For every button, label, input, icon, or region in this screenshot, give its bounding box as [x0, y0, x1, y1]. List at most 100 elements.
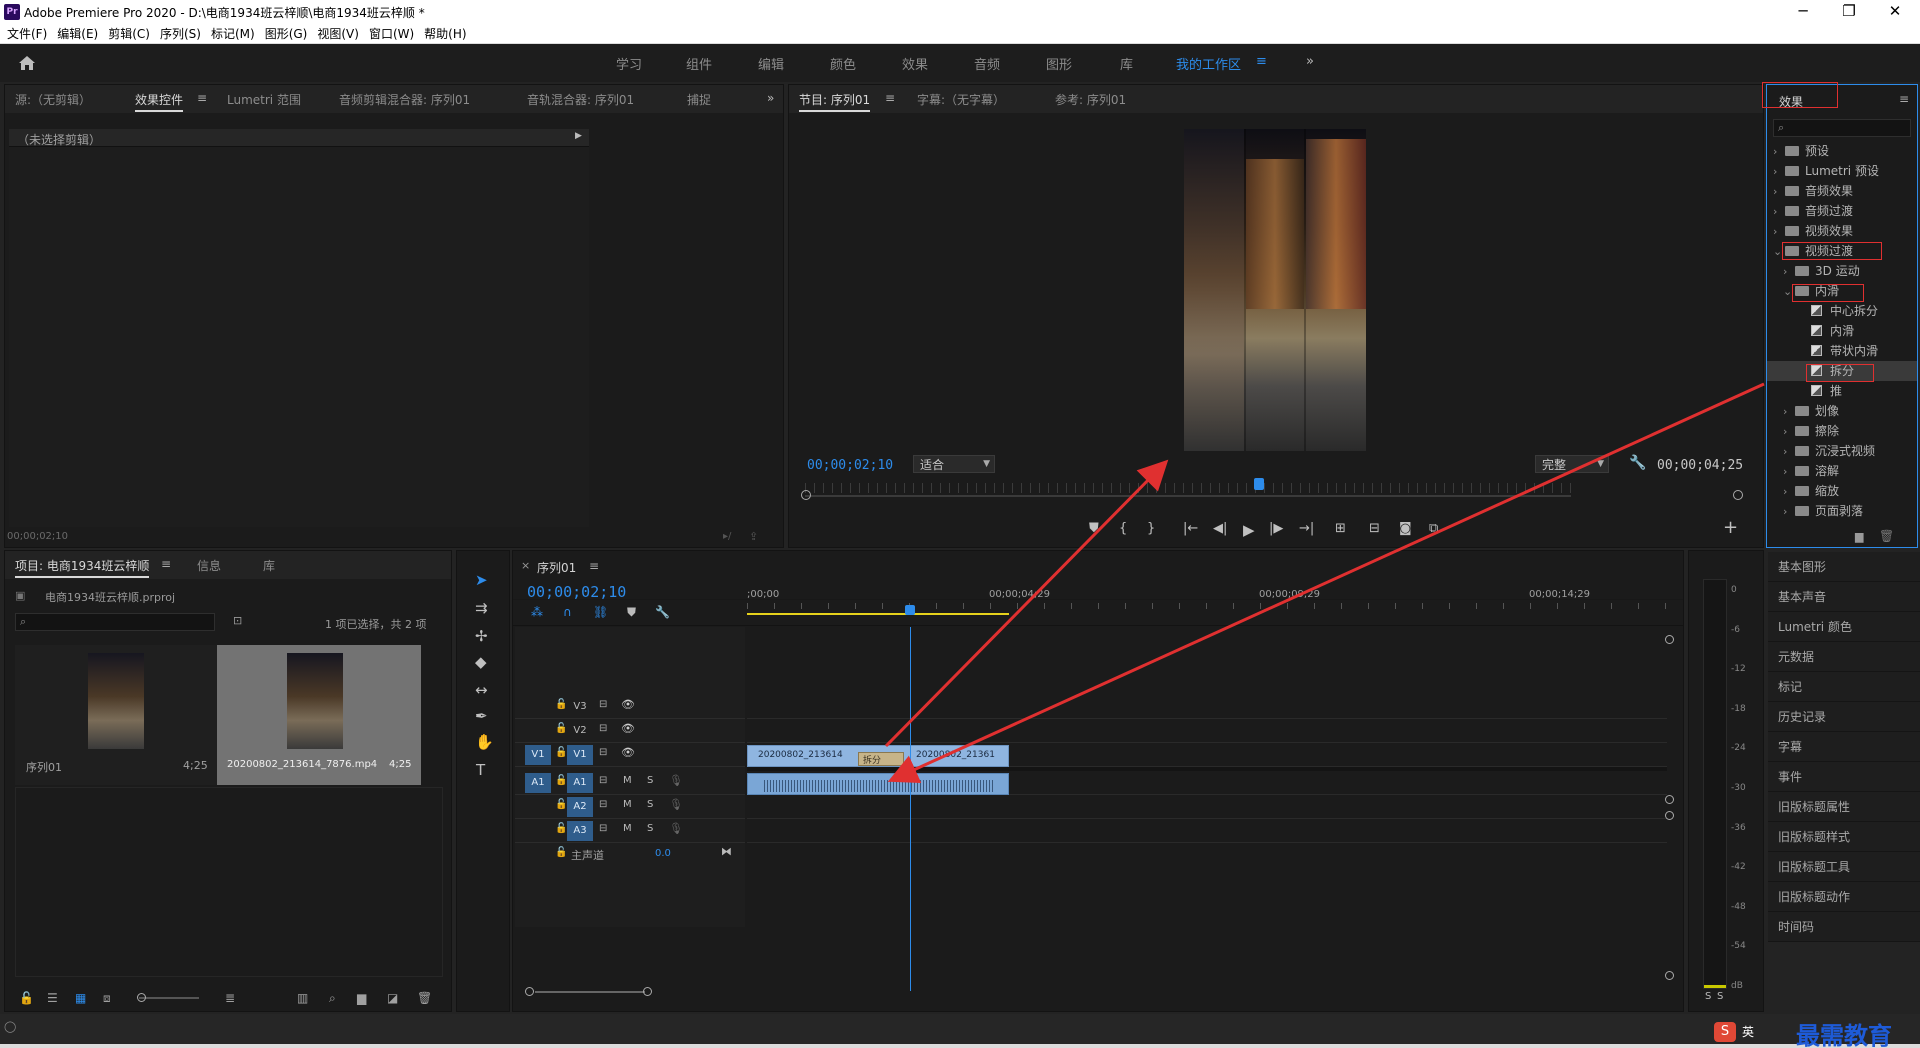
menu-clip[interactable]: 剪辑(C)	[108, 24, 150, 44]
mute-button[interactable]: M	[623, 775, 632, 786]
add-marker-icon[interactable]: ⛊	[1089, 521, 1099, 536]
home-icon[interactable]	[18, 55, 36, 71]
step-back-icon[interactable]: ◀|	[1213, 521, 1227, 536]
audio-clip[interactable]	[747, 773, 1009, 795]
comparison-view-icon[interactable]: ⧉	[1429, 521, 1438, 536]
menu-window[interactable]: 窗口(W)	[369, 24, 414, 44]
side-panel-item[interactable]: 历史记录	[1768, 702, 1920, 732]
timeline-playhead-line[interactable]	[910, 627, 911, 991]
effect-controls-menu-icon[interactable]: ≡	[197, 91, 207, 105]
tab-libraries[interactable]: 库	[263, 557, 275, 574]
menu-sequence[interactable]: 序列(S)	[160, 24, 201, 44]
tab-audio-clip-mixer[interactable]: 音频剪辑混合器: 序列01	[339, 91, 470, 108]
chevron-right-icon[interactable]: ›	[1773, 182, 1785, 202]
effect-tree-item[interactable]: › 音频过渡	[1767, 201, 1917, 221]
go-to-in-icon[interactable]: |←	[1183, 521, 1198, 536]
export-frame-icon[interactable]: ◙	[1399, 521, 1412, 536]
video-preview[interactable]	[1184, 129, 1366, 451]
side-panel-item[interactable]: 旧版标题样式	[1768, 822, 1920, 852]
lift-icon[interactable]: ⊞	[1335, 521, 1346, 536]
effect-tree-item[interactable]: › 溶解	[1767, 461, 1917, 481]
side-panel-item[interactable]: 基本图形	[1768, 552, 1920, 582]
effect-tree-item[interactable]: › 预设	[1767, 141, 1917, 161]
project-menu-icon[interactable]: ≡	[161, 557, 171, 571]
chevron-right-icon[interactable]: ›	[1773, 222, 1785, 242]
delete-icon[interactable]: 🗑	[417, 991, 432, 1005]
timeline-menu-icon[interactable]: ≡	[589, 559, 599, 573]
project-item-sequence[interactable]: 序列01 4;25	[15, 645, 217, 785]
track-label-v1[interactable]: V1	[567, 745, 593, 765]
sync-lock-icon[interactable]: ⊟	[599, 699, 607, 710]
effect-tree-item[interactable]: 带状内滑	[1767, 341, 1917, 361]
nest-sequence-icon[interactable]: ⁂	[531, 605, 543, 619]
thumbnail-size-slider[interactable]	[139, 997, 199, 999]
side-panel-item[interactable]: 旧版标题工具	[1768, 852, 1920, 882]
tab-audio-track-mixer[interactable]: 音轨混合器: 序列01	[527, 91, 634, 108]
workspace-tab-effects[interactable]: 效果	[902, 54, 928, 73]
hand-tool-icon[interactable]: ✋	[475, 733, 494, 751]
side-panel-item[interactable]: 时间码	[1768, 912, 1920, 942]
button-editor-add[interactable]: +	[1723, 517, 1738, 538]
workspace-tab-graphics[interactable]: 图形	[1046, 54, 1072, 73]
lock-icon[interactable]: 🔓	[555, 747, 567, 758]
list-view-icon[interactable]: ☰	[47, 991, 58, 1005]
workspace-tab-my-workspace[interactable]: 我的工作区	[1176, 54, 1241, 73]
meter-solo-right[interactable]: S	[1717, 991, 1723, 1002]
slip-tool-icon[interactable]: ↔	[475, 681, 488, 699]
sort-icon[interactable]: ≣	[225, 991, 235, 1005]
chevron-right-icon[interactable]: ›	[1783, 462, 1795, 482]
new-bin-icon[interactable]: ▆	[1855, 530, 1863, 543]
program-ruler[interactable]	[805, 483, 1571, 493]
solo-button[interactable]: S	[647, 799, 653, 810]
track-label-a3[interactable]: A3	[567, 821, 593, 841]
go-to-out-icon[interactable]: →|	[1299, 521, 1314, 536]
automate-to-sequence-icon[interactable]: ▥	[297, 991, 308, 1005]
workspace-tab-learn[interactable]: 学习	[616, 54, 642, 73]
chevron-right-icon[interactable]: ›	[1783, 502, 1795, 522]
eye-icon[interactable]: 👁	[621, 722, 635, 735]
workspace-tab-color[interactable]: 颜色	[830, 54, 856, 73]
sync-lock-icon[interactable]: ⊟	[599, 747, 607, 758]
sync-lock-icon[interactable]: ⊟	[599, 723, 607, 734]
lock-icon[interactable]: 🔓	[555, 775, 567, 786]
master-volume-value[interactable]: 0.0	[655, 848, 671, 859]
thumbnail-size-handle[interactable]	[137, 993, 146, 1002]
side-panel-item[interactable]: 事件	[1768, 762, 1920, 792]
chevron-right-icon[interactable]: ›	[1783, 422, 1795, 442]
side-panel-item[interactable]: 基本声音	[1768, 582, 1920, 612]
solo-button[interactable]: S	[647, 823, 653, 834]
lock-icon[interactable]: 🔓	[555, 799, 567, 810]
workspace-tab-audio[interactable]: 音频	[974, 54, 1000, 73]
tab-program[interactable]: 节目: 序列01	[799, 91, 871, 112]
new-bin-icon[interactable]: ▆	[357, 991, 366, 1005]
zoom-fit-dropdown[interactable]: 适合 ▼	[913, 455, 995, 473]
mark-out-icon[interactable]: }	[1147, 521, 1155, 536]
microphone-icon[interactable]: 🎙	[669, 798, 683, 811]
selection-tool-icon[interactable]: ➤	[475, 571, 488, 589]
side-panel-item[interactable]: 旧版标题属性	[1768, 792, 1920, 822]
workspace-menu-icon[interactable]: ≡	[1256, 54, 1267, 69]
effect-tree-item[interactable]: 内滑	[1767, 321, 1917, 341]
lock-icon[interactable]: 🔓	[555, 723, 567, 734]
timeline-vertical-scrollbar[interactable]	[1665, 635, 1675, 981]
more-workspaces-icon[interactable]: »	[1306, 54, 1314, 69]
work-area-bar[interactable]	[747, 613, 1009, 615]
program-playhead[interactable]	[1254, 478, 1264, 490]
track-select-tool-icon[interactable]: ⇉	[475, 599, 488, 617]
effect-tree-item[interactable]: › 页面剥落	[1767, 501, 1917, 521]
expand-triangle-icon[interactable]: ▶	[575, 131, 582, 141]
effects-menu-icon[interactable]: ≡	[1899, 92, 1909, 106]
tab-reference[interactable]: 参考: 序列01	[1055, 91, 1126, 108]
project-search-input[interactable]: ⌕	[15, 613, 215, 631]
side-panel-item[interactable]: 元数据	[1768, 642, 1920, 672]
sync-lock-icon[interactable]: ⊟	[599, 775, 607, 786]
track-label-v3[interactable]: V3	[567, 697, 593, 717]
tab-info[interactable]: 信息	[197, 557, 221, 574]
effect-tree-item[interactable]: 推	[1767, 381, 1917, 401]
zoom-handle-right[interactable]	[1733, 490, 1743, 500]
tab-source[interactable]: 源:（无剪辑）	[15, 91, 91, 108]
effect-tree-item[interactable]: › Lumetri 预设	[1767, 161, 1917, 181]
effect-tree-item[interactable]: › 音频效果	[1767, 181, 1917, 201]
maximize-button[interactable]: ❐	[1826, 0, 1872, 24]
timeline-tab[interactable]: 序列01	[537, 559, 576, 576]
